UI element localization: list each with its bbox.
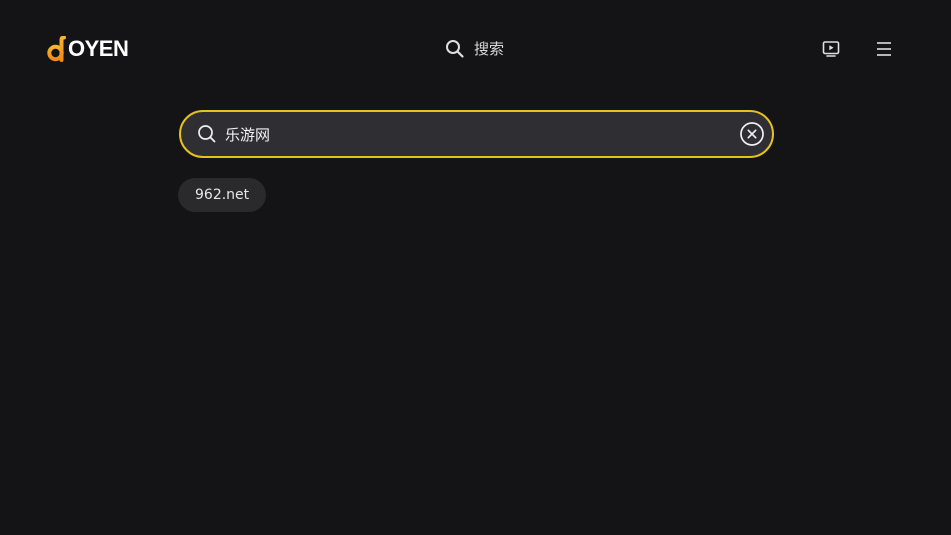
search-suggestions: 962.net: [178, 178, 267, 212]
suggestion-chip[interactable]: 962.net: [178, 178, 267, 212]
logo[interactable]: OYEN: [47, 35, 129, 63]
header-search-label: 搜索: [474, 40, 505, 58]
page: OYEN 搜索 乐游网 962.net: [0, 0, 951, 535]
search-icon: [445, 39, 465, 59]
clear-search-button[interactable]: [739, 121, 765, 147]
logo-text: OYEN: [68, 36, 129, 61]
header: OYEN 搜索: [0, 0, 951, 96]
hamburger-menu-icon: [877, 42, 891, 56]
tv-play-icon: [822, 41, 840, 57]
logo-d-icon: [47, 36, 66, 62]
menu-button[interactable]: [873, 38, 895, 60]
search-bar[interactable]: [179, 110, 774, 158]
clear-circle-icon: [740, 122, 764, 146]
header-search-button[interactable]: 搜索: [445, 36, 504, 62]
search-icon: [197, 124, 217, 144]
search-input[interactable]: [225, 114, 739, 154]
tv-play-button[interactable]: [820, 38, 842, 60]
